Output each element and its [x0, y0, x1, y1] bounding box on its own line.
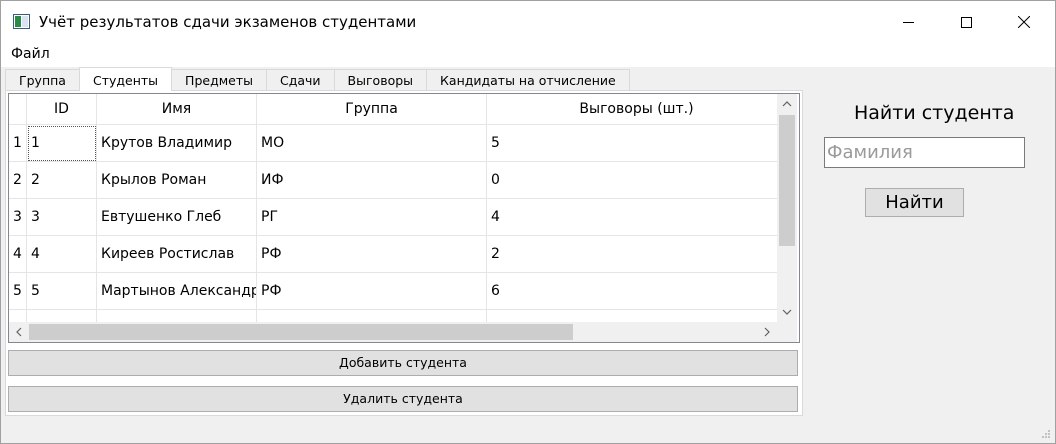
- close-icon: [1018, 16, 1030, 28]
- menu-file[interactable]: Файл: [11, 46, 50, 62]
- maximize-button[interactable]: [937, 1, 995, 43]
- table-cell-id[interactable]: 2: [27, 162, 97, 199]
- resize-grip-icon[interactable]: [1041, 429, 1051, 439]
- students-table[interactable]: ID Имя Группа Выговоры (шт.) 1 1 Крутов …: [8, 93, 800, 343]
- horizontal-scrollbar[interactable]: [9, 322, 777, 342]
- table-cell-name[interactable]: Крутов Владимир: [97, 125, 257, 162]
- scroll-up-arrow-icon[interactable]: [779, 96, 795, 112]
- tab-students[interactable]: Студенты: [78, 67, 173, 91]
- table-cell-reprimands[interactable]: 6: [487, 273, 787, 310]
- title-bar: Учёт результатов сдачи экзаменов студент…: [1, 1, 1055, 43]
- minimize-icon: [902, 21, 914, 23]
- students-tab-pane: ID Имя Группа Выговоры (шт.) 1 1 Крутов …: [5, 90, 803, 416]
- table-cell-name[interactable]: Киреев Ростислав: [97, 236, 257, 273]
- table-cell-id[interactable]: 5: [27, 273, 97, 310]
- table-cell-reprimands[interactable]: 2: [487, 236, 787, 273]
- table-cell-id[interactable]: 1: [27, 125, 97, 162]
- tab-expulsion-candidates[interactable]: Кандидаты на отчисление: [426, 69, 630, 91]
- horizontal-scroll-thumb[interactable]: [29, 324, 573, 340]
- table-cell-id[interactable]: 4: [27, 236, 97, 273]
- tab-group[interactable]: Группа: [5, 69, 80, 91]
- scroll-right-arrow-icon[interactable]: [759, 324, 775, 340]
- close-button[interactable]: [995, 1, 1053, 43]
- table-cell-reprimands[interactable]: 4: [487, 199, 787, 236]
- table-cell-reprimands[interactable]: 0: [487, 162, 787, 199]
- minimize-button[interactable]: [879, 1, 937, 43]
- scrollbar-corner: [777, 323, 797, 342]
- tab-exams[interactable]: Сдачи: [266, 69, 335, 91]
- table-cell-group[interactable]: РФ: [257, 236, 487, 273]
- scroll-down-arrow-icon[interactable]: [779, 304, 795, 320]
- row-header[interactable]: 4: [9, 236, 27, 273]
- surname-search-input[interactable]: [824, 137, 1025, 168]
- column-header-name[interactable]: Имя: [97, 94, 257, 125]
- add-student-button[interactable]: Добавить студента: [8, 350, 798, 376]
- table-cell-name[interactable]: Мартынов Александр: [97, 273, 257, 310]
- app-icon: [13, 14, 30, 29]
- table-cell-group[interactable]: МО: [257, 125, 487, 162]
- find-button[interactable]: Найти: [865, 188, 964, 217]
- column-header-reprimands[interactable]: Выговоры (шт.): [487, 94, 787, 125]
- column-header-id[interactable]: ID: [27, 94, 97, 125]
- table-cell-group[interactable]: ИФ: [257, 162, 487, 199]
- main-window: Учёт результатов сдачи экзаменов студент…: [0, 0, 1056, 444]
- row-header[interactable]: 5: [9, 273, 27, 310]
- delete-student-button[interactable]: Удалить студента: [8, 386, 798, 412]
- table-cell-id[interactable]: 3: [27, 199, 97, 236]
- row-header[interactable]: 3: [9, 199, 27, 236]
- tab-bar: Группа Студенты Предметы Сдачи Выговоры …: [5, 67, 630, 91]
- find-student-title: Найти студента: [854, 102, 1015, 124]
- window-title: Учёт результатов сдачи экзаменов студент…: [39, 13, 417, 31]
- table-cell-group[interactable]: РГ: [257, 199, 487, 236]
- maximize-icon: [960, 16, 972, 28]
- table-corner[interactable]: [9, 94, 27, 125]
- vertical-scroll-thumb[interactable]: [779, 115, 795, 246]
- vertical-scrollbar[interactable]: [777, 94, 797, 323]
- table-cell-group[interactable]: РФ: [257, 273, 487, 310]
- table-cell-name[interactable]: Крылов Роман: [97, 162, 257, 199]
- tab-reprimands[interactable]: Выговоры: [333, 69, 428, 91]
- column-header-group[interactable]: Группа: [257, 94, 487, 125]
- table-cell-name[interactable]: Евтушенко Глеб: [97, 199, 257, 236]
- menu-bar: Файл: [1, 43, 1055, 67]
- tab-subjects[interactable]: Предметы: [171, 69, 267, 91]
- row-header[interactable]: 1: [9, 125, 27, 162]
- row-header[interactable]: 2: [9, 162, 27, 199]
- scroll-left-arrow-icon[interactable]: [11, 324, 27, 340]
- table-cell-reprimands[interactable]: 5: [487, 125, 787, 162]
